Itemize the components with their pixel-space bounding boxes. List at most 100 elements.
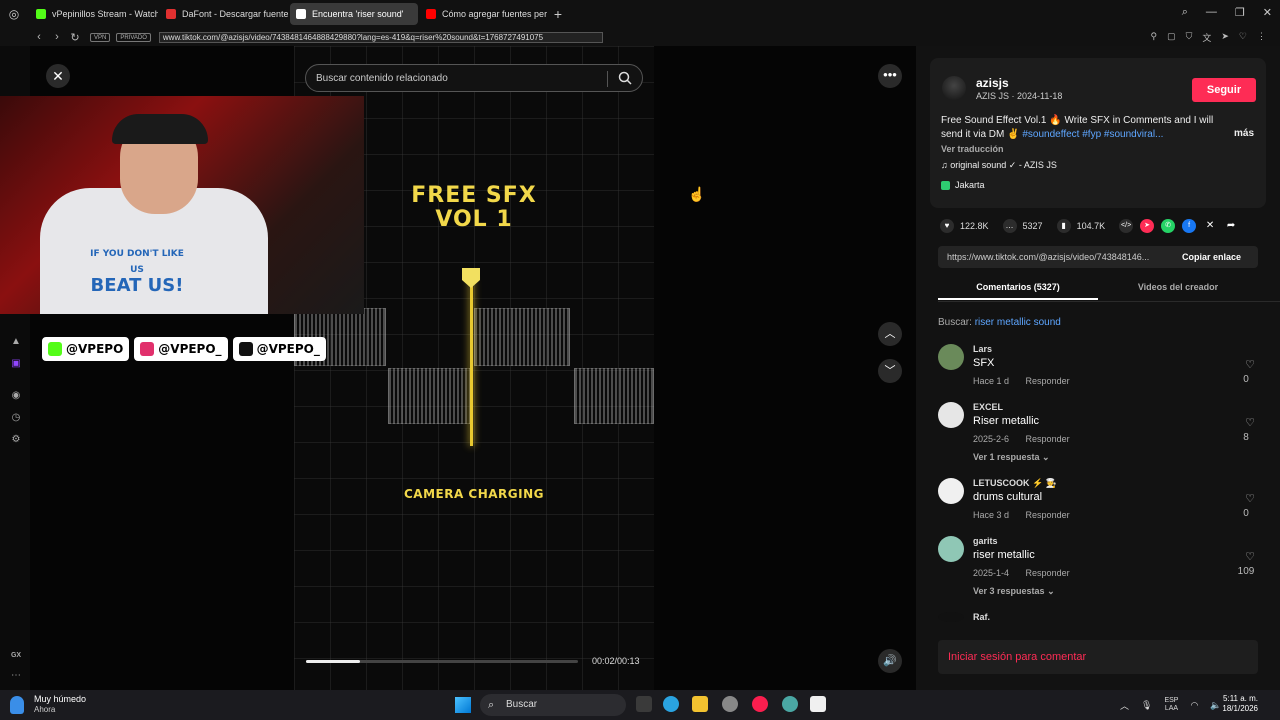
- comment-username[interactable]: Lars: [973, 344, 992, 354]
- shield-icon[interactable]: ⛉: [1186, 31, 1193, 44]
- wifi-icon[interactable]: ◠: [1190, 700, 1198, 711]
- close-window-icon[interactable]: ✕: [1263, 6, 1272, 19]
- comment-button[interactable]: … 5327: [1002, 219, 1043, 233]
- previous-video-button[interactable]: ︿: [878, 322, 902, 346]
- comment-avatar[interactable]: [938, 344, 964, 370]
- comment-avatar[interactable]: [938, 536, 964, 562]
- new-tab-button[interactable]: +: [548, 6, 568, 22]
- next-video-button[interactable]: ﹀: [878, 359, 902, 383]
- view-replies-link[interactable]: Ver 1 respuesta ⌄: [973, 452, 1050, 463]
- app-icon[interactable]: [722, 696, 738, 712]
- comment-username[interactable]: LETUSCOOK ⚡ 🧑‍🍳: [973, 478, 1057, 489]
- tab-dafont[interactable]: DaFont - Descargar fuentes: [160, 3, 288, 25]
- search-query-link[interactable]: riser metallic sound: [975, 317, 1061, 328]
- x-icon[interactable]: ✕: [1203, 219, 1217, 233]
- url-field[interactable]: www.tiktok.com/@azisjs/video/74384814648…: [158, 31, 603, 43]
- volume-button[interactable]: 🔊: [878, 649, 902, 673]
- comment-like-icon[interactable]: ♡: [1242, 358, 1258, 371]
- language-indicator[interactable]: ESP LAA: [1164, 697, 1178, 713]
- comment-username[interactable]: EXCEL: [973, 402, 1003, 412]
- minimize-icon[interactable]: —: [1206, 6, 1217, 19]
- chat-app-icon[interactable]: [782, 696, 798, 712]
- translate-icon[interactable]: 文: [1202, 31, 1211, 44]
- task-view-icon[interactable]: [636, 696, 652, 712]
- view-replies-link[interactable]: Ver 3 respuestas ⌄: [973, 586, 1055, 597]
- reply-button[interactable]: Responder: [1026, 434, 1070, 444]
- comment-username[interactable]: garits: [973, 536, 998, 546]
- address-bar-icons: ⚲ ▢ ⛉ 文 ➤ ♡ ⋮: [1150, 31, 1266, 44]
- related-search-input[interactable]: Buscar contenido relacionado: [305, 64, 643, 92]
- comment-avatar[interactable]: [938, 478, 964, 504]
- weather-icon[interactable]: [10, 696, 24, 714]
- tab-creator-videos[interactable]: Videos del creador: [1098, 276, 1258, 300]
- reply-button[interactable]: Responder: [1026, 568, 1070, 578]
- history-icon[interactable]: ◷: [10, 412, 22, 424]
- sidebar-more-icon[interactable]: ⋯: [10, 670, 22, 682]
- comment-username[interactable]: Raf.: [973, 612, 990, 622]
- close-video-button[interactable]: ✕: [46, 64, 70, 88]
- telegram-icon[interactable]: [663, 696, 679, 712]
- menu-icon[interactable]: ⋮: [1257, 31, 1266, 44]
- maximize-icon[interactable]: ❐: [1235, 6, 1245, 19]
- search-icon[interactable]: [618, 71, 632, 85]
- tab-comments[interactable]: Comentarios (5327): [938, 276, 1098, 300]
- reload-icon[interactable]: ↻: [66, 31, 84, 44]
- snapshot-icon[interactable]: ▢: [1167, 31, 1176, 44]
- clock[interactable]: 5:11 a. m. 18/1/2026: [1222, 694, 1258, 714]
- reply-button[interactable]: Responder: [1026, 510, 1070, 520]
- hashtags[interactable]: #soundeffect #fyp #soundviral...: [1022, 129, 1163, 140]
- comment-like-icon[interactable]: ♡: [1242, 550, 1258, 563]
- tray-chevron-icon[interactable]: ︿: [1120, 699, 1129, 712]
- tab-vpepinillos[interactable]: vPepinillos Stream - Watch: [30, 3, 158, 25]
- creator-username[interactable]: azisjs: [976, 76, 1009, 90]
- copy-link-button[interactable]: Copiar enlace: [1182, 252, 1241, 262]
- search-tabs-icon[interactable]: ⌕: [1182, 6, 1188, 19]
- start-button[interactable]: [455, 697, 471, 713]
- settings-icon[interactable]: ⚙: [10, 434, 22, 446]
- opera-menu-icon[interactable]: ◎: [0, 7, 28, 21]
- microphone-icon[interactable]: 🎙: [1141, 700, 1152, 711]
- file-explorer-icon[interactable]: [692, 696, 708, 712]
- comment-like-icon[interactable]: ♡: [1242, 416, 1258, 429]
- forward-icon[interactable]: ›: [48, 31, 66, 43]
- pin-icon[interactable]: ⚲: [1150, 31, 1157, 44]
- follow-button[interactable]: Seguir: [1192, 78, 1256, 102]
- creator-avatar[interactable]: [942, 76, 966, 100]
- gx-icon[interactable]: GX: [10, 650, 22, 662]
- heart-icon: ♥: [940, 219, 954, 233]
- more-link[interactable]: más: [1234, 128, 1254, 139]
- tab-youtube[interactable]: Cómo agregar fuentes per: [420, 3, 548, 25]
- comment-avatar[interactable]: [938, 612, 964, 622]
- reply-button[interactable]: Responder: [1026, 376, 1070, 386]
- save-button[interactable]: ▮ 104.7K: [1056, 219, 1105, 233]
- whatsapp-icon[interactable]: ✆: [1161, 219, 1176, 233]
- share-icon[interactable]: ➦: [1224, 219, 1238, 233]
- vpn-badge[interactable]: VPN: [90, 32, 111, 42]
- capcut-icon[interactable]: [810, 696, 826, 712]
- send-icon[interactable]: ➤: [1221, 31, 1229, 44]
- tab-tiktok[interactable]: Encuentra 'riser sound': [290, 3, 418, 25]
- player-icon[interactable]: ◉: [10, 390, 22, 402]
- volume-icon[interactable]: 🔈: [1210, 700, 1221, 711]
- search-divider: [607, 71, 608, 87]
- opera-gx-icon[interactable]: [752, 696, 768, 712]
- twitch-icon[interactable]: ▣: [10, 358, 22, 370]
- back-icon[interactable]: ‹: [30, 31, 48, 43]
- location-link[interactable]: Jakarta: [941, 180, 985, 190]
- login-to-comment-button[interactable]: Iniciar sesión para comentar: [938, 640, 1258, 674]
- comment-avatar[interactable]: [938, 402, 964, 428]
- aria-icon[interactable]: ▲: [10, 336, 22, 348]
- send-to-friend-icon[interactable]: ➤: [1140, 219, 1155, 233]
- taskbar-search[interactable]: ⌕ Buscar: [480, 694, 626, 716]
- translate-link[interactable]: Ver traducción: [941, 144, 1004, 154]
- video-progress-bar[interactable]: [306, 660, 578, 663]
- embed-icon[interactable]: </>: [1119, 219, 1134, 233]
- share-link-url[interactable]: https://www.tiktok.com/@azisjs/video/743…: [938, 252, 1170, 262]
- bookmark-icon[interactable]: ♡: [1239, 31, 1247, 44]
- more-options-button[interactable]: •••: [878, 64, 902, 88]
- facebook-icon[interactable]: f: [1182, 219, 1197, 233]
- like-button[interactable]: ♥ 122.8K: [940, 219, 989, 233]
- comment-like-icon[interactable]: ♡: [1242, 492, 1258, 505]
- weather-title[interactable]: Muy húmedo: [34, 694, 86, 704]
- music-link[interactable]: ♫ original sound ✓ - AZIS JS: [941, 160, 1057, 171]
